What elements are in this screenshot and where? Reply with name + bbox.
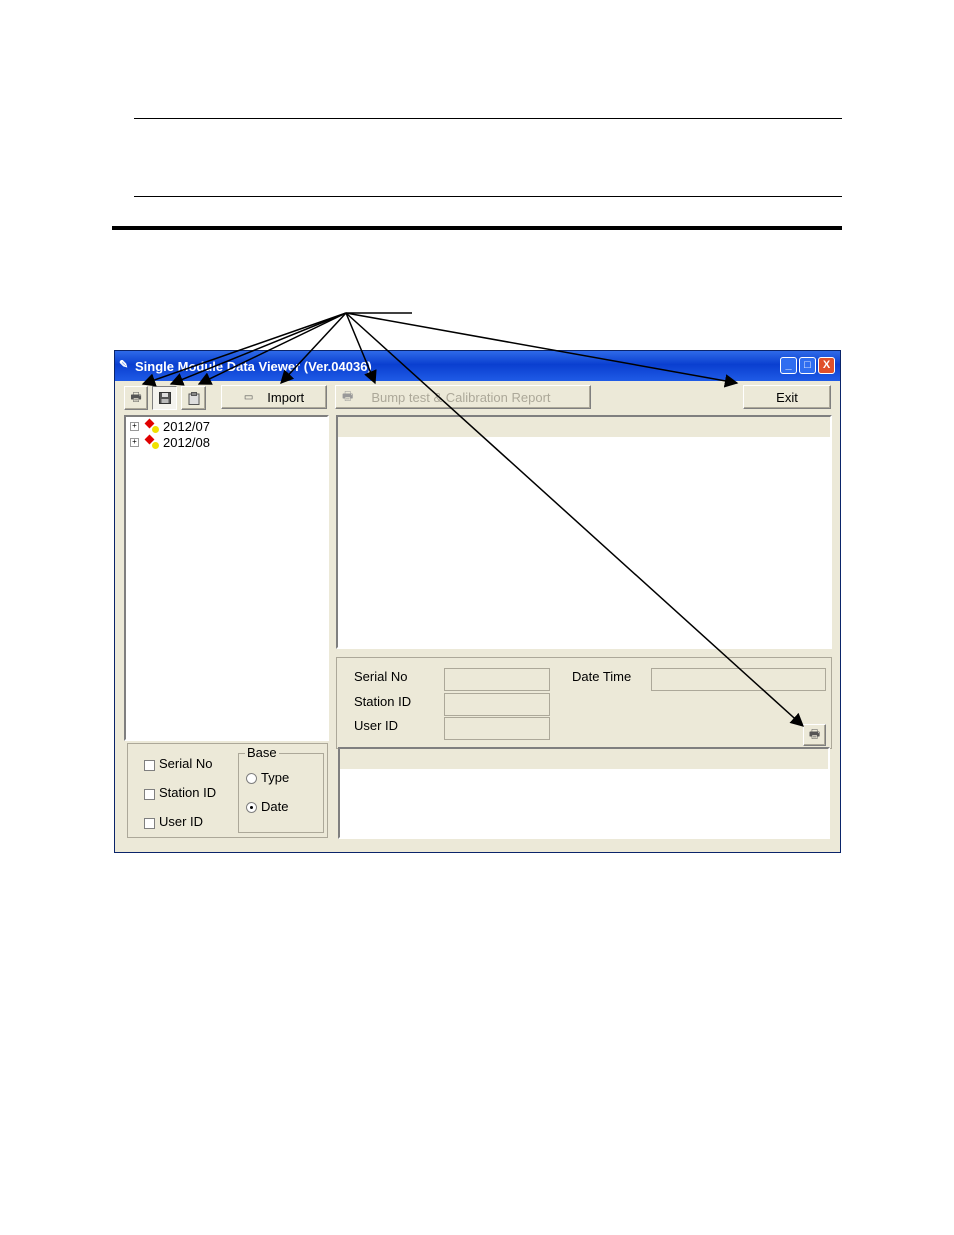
record-list-header [338,417,830,437]
exit-button[interactable]: Exit [743,385,831,409]
user-id-field[interactable] [444,717,550,740]
station-id-filter-label: Station ID [159,785,217,800]
clipboard-button[interactable] [181,386,206,410]
tree-node-label: 2012/08 [163,435,210,450]
type-radio[interactable] [246,773,257,784]
save-button[interactable] [152,386,177,410]
floppy-disk-icon [158,392,171,404]
mid-rule [134,196,842,197]
serial-no-label: Serial No [354,669,408,684]
expand-icon[interactable]: + [130,422,139,431]
title-bar[interactable]: ✎ Single Module Data Viewer (Ver.04036) … [115,351,840,381]
date-time-field[interactable] [651,668,826,691]
printer-icon: 🖶 [808,726,821,741]
station-id-label: Station ID [354,694,412,709]
window-title: Single Module Data Viewer (Ver.04036) [135,359,372,374]
station-id-field[interactable] [444,693,550,716]
user-id-filter-label: User ID [159,814,204,829]
report-label: Bump test & Calibration Report [371,389,551,405]
base-group: Base Type Date [238,745,324,833]
clipboard-icon [188,391,199,405]
close-button[interactable]: X [818,357,835,374]
tree-node-2012-08[interactable]: + 2012/08 [130,434,210,450]
node-icon [144,434,159,450]
user-id-checkbox[interactable] [144,818,155,829]
report-button[interactable]: 🖶 Bump test & Calibration Report [335,385,591,409]
date-radio-label: Date [261,799,289,814]
base-group-label: Base [245,745,279,760]
maximize-button[interactable]: □ [799,357,816,374]
serial-no-filter-label: Serial No [159,756,213,771]
date-time-label: Date Time [572,669,632,684]
import-label: Import [267,389,305,405]
date-tree[interactable]: + 2012/07 + 2012/08 [124,415,329,741]
minimize-button[interactable]: _ [780,357,797,374]
print-button[interactable]: 🖶 [124,386,148,410]
date-radio[interactable] [246,802,257,813]
app-window: ✎ Single Module Data Viewer (Ver.04036) … [114,350,841,853]
top-rule [134,118,842,119]
import-button[interactable]: ▭ Import [221,385,327,409]
exit-label: Exit [776,389,798,405]
printer-icon: 🖶 [342,388,354,403]
serial-no-field[interactable] [444,668,550,691]
type-radio-label: Type [261,770,290,785]
details-panel: Serial No Station ID User ID Date Time 🖶 [336,657,832,749]
user-id-label: User ID [354,718,399,733]
printer-icon: 🖶 [130,389,142,404]
serial-no-checkbox[interactable] [144,760,155,771]
tree-node-2012-07[interactable]: + 2012/07 [130,418,210,434]
detail-list-header [340,749,828,769]
filter-panel: Serial No Station ID User ID Base Type D… [127,743,328,838]
detail-print-button[interactable]: 🖶 [803,724,826,746]
detail-list[interactable] [338,747,830,839]
tree-node-label: 2012/07 [163,419,210,434]
record-list[interactable] [336,415,832,649]
app-icon: ✎ [119,359,129,371]
node-icon [144,418,159,434]
expand-icon[interactable]: + [130,438,139,447]
heavy-rule [112,226,842,230]
import-icon: ▭ [243,391,254,403]
station-id-checkbox[interactable] [144,789,155,800]
